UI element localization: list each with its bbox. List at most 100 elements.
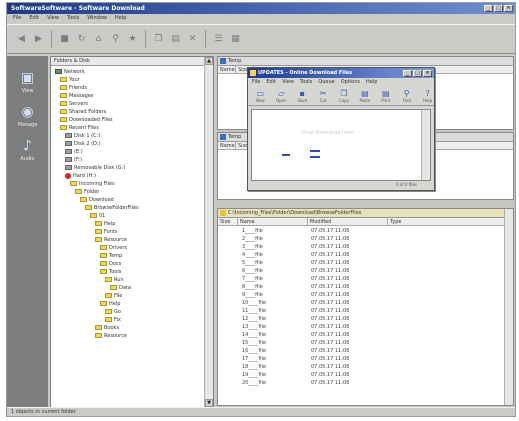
tree-node[interactable]: Go (51, 308, 205, 316)
file-list-scrollbar[interactable] (504, 209, 513, 405)
table-row[interactable]: 7____file 07.05.17 11:08 (218, 275, 513, 283)
tree-node[interactable]: Resource (51, 236, 205, 244)
table-row[interactable]: 13____file 07.05.17 11:08 (218, 323, 513, 331)
dialog-tool-help[interactable]: ? Help (421, 89, 434, 103)
table-row[interactable]: 14____file 07.05.17 11:08 (218, 331, 513, 339)
tree-node[interactable]: Books (51, 324, 205, 332)
menu-item-help[interactable]: Help (115, 14, 126, 23)
table-row[interactable]: 18____file 07.05.17 11:08 (218, 363, 513, 371)
tree-node[interactable]: Docs (51, 260, 205, 268)
col-type[interactable]: Type (388, 218, 513, 225)
menu-item-file[interactable]: File (13, 14, 21, 23)
table-row[interactable]: 11____file 07.05.17 11:08 (218, 307, 513, 315)
tree-node[interactable]: Downloaded Files (51, 116, 205, 124)
dialog-minimize-button[interactable]: _ (403, 70, 412, 77)
table-row[interactable]: 15____file 07.05.17 11:08 (218, 339, 513, 347)
file-list-window[interactable]: C:\Incoming_Files\Folder\Download\Browse… (217, 208, 514, 406)
tree-node[interactable]: Fonts (51, 228, 205, 236)
shortcut-audio[interactable]: ♪ Audio (7, 138, 48, 162)
maximize-button[interactable]: □ (494, 5, 503, 12)
delete-icon[interactable]: ✕ (186, 33, 199, 46)
shortcut-manage[interactable]: ◉ Manage (7, 104, 48, 128)
tree-node[interactable]: (E:) (51, 148, 205, 156)
dialog-menu-queue[interactable]: Queue (318, 78, 334, 86)
dialog-menu-tools[interactable]: Tools (300, 78, 312, 86)
minimize-button[interactable]: _ (484, 5, 493, 12)
tree-node[interactable]: Download (51, 196, 205, 204)
close-button[interactable]: × (504, 5, 513, 12)
table-row[interactable]: 10____file 07.05.17 11:08 (218, 299, 513, 307)
tree-node[interactable]: Disk 2 (D:) (51, 140, 205, 148)
table-row[interactable]: 12____file 07.05.17 11:08 (218, 315, 513, 323)
table-row[interactable]: 3____file 07.05.17 11:08 (218, 243, 513, 251)
dialog-tool-cut[interactable]: ✂ Cut (317, 89, 330, 103)
dialog-menu-file[interactable]: File (252, 78, 260, 86)
tree-node[interactable]: Temp (51, 252, 205, 260)
dialog-drop-area[interactable]: Drop Download Here (251, 109, 431, 181)
dialog-close-button[interactable]: × (423, 70, 432, 77)
tree-node[interactable]: Data (51, 284, 205, 292)
dialog-tool-new[interactable]: ▭ New (254, 89, 267, 103)
scroll-down-arrow[interactable]: ▼ (205, 399, 213, 407)
table-row[interactable]: 4____file 07.05.17 11:08 (218, 251, 513, 259)
dialog-tool-print[interactable]: ▤ Print (379, 89, 392, 103)
tree-node[interactable]: Messages (51, 92, 205, 100)
dialog-menu-options[interactable]: Options (341, 78, 360, 86)
menu-item-view[interactable]: View (47, 14, 59, 23)
col-name[interactable]: Name (238, 218, 308, 225)
tree-node[interactable]: Hard (H:) (51, 172, 205, 180)
dialog-menu-view[interactable]: View (282, 78, 294, 86)
tree-node[interactable]: Disk 1 (C:) (51, 132, 205, 140)
tree-node[interactable]: Help (51, 220, 205, 228)
tree-node[interactable]: Your (51, 76, 205, 84)
table-row[interactable]: 2____file 07.05.17 11:08 (218, 235, 513, 243)
dialog-menu-help[interactable]: Help (366, 78, 377, 86)
tree-node[interactable]: Friends (51, 84, 205, 92)
dialog-menu-edit[interactable]: Edit (266, 78, 276, 86)
tree-node[interactable]: 01 (51, 212, 205, 220)
scroll-up-arrow[interactable]: ▲ (205, 57, 213, 65)
dialog-tool-paste[interactable]: ▤ Paste (358, 89, 371, 103)
menu-item-edit[interactable]: Edit (29, 14, 39, 23)
table-row[interactable]: 6____file 07.05.17 11:08 (218, 267, 513, 275)
shortcut-view[interactable]: ▣ View (7, 70, 48, 94)
table-row[interactable]: 19____file 07.05.17 11:08 (218, 371, 513, 379)
views-icon[interactable]: ▦ (229, 33, 242, 46)
tree-node[interactable]: Drivers (51, 244, 205, 252)
dialog-tool-copy[interactable]: ❐ Copy (338, 89, 351, 103)
tree-scrollbar[interactable]: ▲ ▼ (204, 57, 213, 407)
col-name[interactable]: Name (218, 66, 236, 73)
col-name[interactable]: Name (218, 142, 236, 149)
tree-node[interactable]: Tools (51, 268, 205, 276)
tree-node[interactable]: Servers (51, 100, 205, 108)
tree-node[interactable]: Removable Disk (G:) (51, 164, 205, 172)
paste-icon[interactable]: ▤ (169, 33, 182, 46)
table-row[interactable]: 1____file 07.05.17 11:08 (218, 227, 513, 235)
table-row[interactable]: 17____file 07.05.17 11:08 (218, 355, 513, 363)
dialog-tool-save[interactable]: ▪ Save (296, 89, 309, 103)
table-row[interactable]: 9____file 07.05.17 11:08 (218, 291, 513, 299)
back-icon[interactable]: ◀ (15, 33, 28, 46)
search-icon[interactable]: ⚲ (109, 33, 122, 46)
menu-item-tools[interactable]: Tools (67, 14, 79, 23)
tree-node[interactable]: Shared Folders (51, 108, 205, 116)
home-icon[interactable]: ⌂ (92, 33, 105, 46)
dialog-maximize-button[interactable]: □ (413, 70, 422, 77)
tree-node[interactable]: Run (51, 276, 205, 284)
tree-node[interactable]: (F:) (51, 156, 205, 164)
tree-node[interactable]: File (51, 292, 205, 300)
copy-icon[interactable]: ❐ (152, 33, 165, 46)
tree-node[interactable]: Fix (51, 316, 205, 324)
tree-node[interactable]: Resource (51, 332, 205, 340)
stop-icon[interactable]: ■ (58, 33, 71, 46)
tree-node[interactable]: BrowseFolderFiles (51, 204, 205, 212)
dialog-tool-open[interactable]: ▱ Open (275, 89, 288, 103)
dialog-tool-find[interactable]: ⚲ Find (400, 89, 413, 103)
tree-node[interactable]: Recent Files (51, 124, 205, 132)
col-modified[interactable]: Modified (308, 218, 388, 225)
menu-item-window[interactable]: Window (87, 14, 107, 23)
tree-node[interactable]: Help (51, 300, 205, 308)
table-row[interactable]: 20____file 07.05.17 11:08 (218, 379, 513, 387)
tree-node[interactable]: Folder (51, 188, 205, 196)
download-dialog[interactable]: UPDATES - Online Download Files _ □ × Fi… (247, 67, 435, 191)
